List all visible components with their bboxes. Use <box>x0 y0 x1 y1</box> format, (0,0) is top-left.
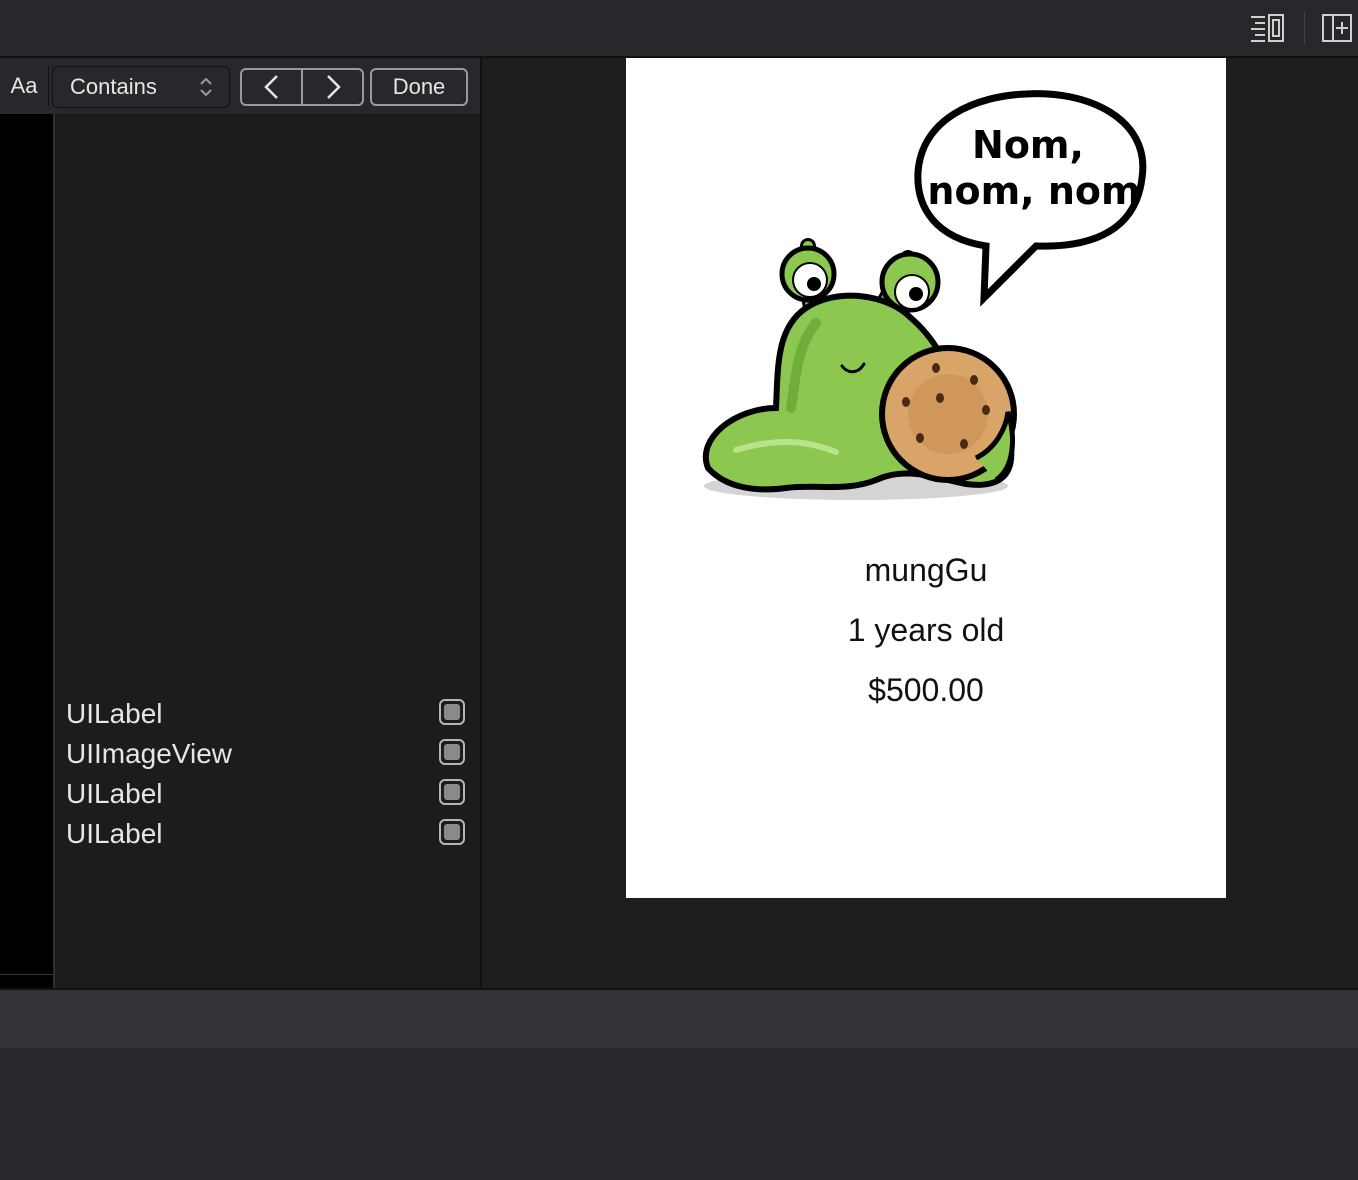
pet-age-label: 1 years old <box>847 612 1005 648</box>
match-case-button[interactable]: Aa <box>0 66 49 106</box>
outline-item-checkbox[interactable] <box>439 819 465 845</box>
chevron-left-icon <box>264 75 278 99</box>
navigator-strip <box>0 114 53 988</box>
outline-item-checkbox[interactable] <box>439 739 465 765</box>
outline-item-label: UIImageView <box>66 738 233 769</box>
find-navigation <box>240 68 364 106</box>
device-preview[interactable]: Nom, nom, nom mungGu 1 years old $500.00 <box>626 58 1226 898</box>
outline-item-label: UILabel <box>66 778 163 809</box>
pet-price-label: $500.00 <box>868 672 984 708</box>
console-area <box>0 1048 1358 1180</box>
toolbar-separator <box>1304 12 1305 44</box>
match-mode-popup[interactable]: Contains <box>52 66 230 108</box>
speech-line-2: nom, nom <box>927 169 1140 213</box>
outline-item[interactable]: UILabel <box>66 694 476 734</box>
pet-name-label: mungGu <box>864 552 988 588</box>
debug-bar <box>0 988 1358 1050</box>
done-button[interactable]: Done <box>370 68 468 106</box>
outline-item-checkbox[interactable] <box>439 699 465 725</box>
outline-item-label: UILabel <box>66 698 163 729</box>
document-outline: UILabel UIImageView UILabel UILabel <box>55 114 480 988</box>
snail-image: Nom, nom, nom <box>703 90 1147 500</box>
match-mode-label: Contains <box>70 74 157 99</box>
outline-item[interactable]: UILabel <box>66 814 476 854</box>
find-bar: Aa Contains Done <box>0 58 480 114</box>
speech-line-1: Nom, <box>972 123 1084 167</box>
next-match-button[interactable] <box>303 70 362 104</box>
editor-toolbar <box>0 0 1358 58</box>
previous-match-button[interactable] <box>242 70 301 104</box>
outline-item[interactable]: UIImageView <box>66 734 476 774</box>
interface-builder-canvas: Nom, nom, nom mungGu 1 years old $500.00 <box>482 58 1358 988</box>
minimap-icon[interactable] <box>1249 12 1285 44</box>
outline-item-checkbox[interactable] <box>439 779 465 805</box>
outline-item-label: UILabel <box>66 818 163 849</box>
add-editor-icon[interactable] <box>1320 12 1356 44</box>
outline-item[interactable]: UILabel <box>66 774 476 814</box>
chevron-right-icon <box>327 75 341 99</box>
chevron-up-down-icon <box>200 77 212 97</box>
